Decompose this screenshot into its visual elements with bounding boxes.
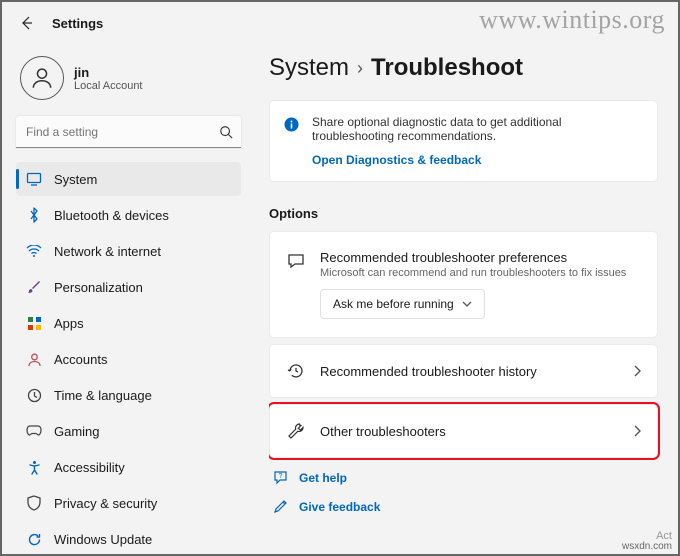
sidebar-item-label: Windows Update <box>54 532 152 547</box>
sidebar-item-update[interactable]: Windows Update <box>16 522 241 556</box>
sidebar-item-accounts[interactable]: Accounts <box>16 342 241 376</box>
sidebar-item-bluetooth[interactable]: Bluetooth & devices <box>16 198 241 232</box>
accounts-icon <box>26 351 42 367</box>
sidebar-item-network[interactable]: Network & internet <box>16 234 241 268</box>
wifi-icon <box>26 243 42 259</box>
sidebar: jin Local Account System Bluetooth & dev… <box>16 48 241 554</box>
attribution-text: wsxdn.com <box>622 541 672 552</box>
search-icon <box>219 125 233 139</box>
nav-list: System Bluetooth & devices Network & int… <box>16 162 241 556</box>
sidebar-item-accessibility[interactable]: Accessibility <box>16 450 241 484</box>
update-icon <box>26 531 42 547</box>
sidebar-item-label: Time & language <box>54 388 152 403</box>
shield-icon <box>26 495 42 511</box>
sidebar-item-label: Bluetooth & devices <box>54 208 169 223</box>
gaming-icon <box>26 423 42 439</box>
sidebar-item-label: Personalization <box>54 280 143 295</box>
sidebar-item-label: Accounts <box>54 352 107 367</box>
apps-icon <box>26 315 42 331</box>
sidebar-item-label: System <box>54 172 97 187</box>
sidebar-item-label: Network & internet <box>54 244 161 259</box>
search-box[interactable] <box>16 116 241 148</box>
paintbrush-icon <box>26 279 42 295</box>
sidebar-item-system[interactable]: System <box>16 162 241 196</box>
sidebar-item-label: Accessibility <box>54 460 125 475</box>
bluetooth-icon <box>26 207 42 223</box>
sidebar-item-label: Privacy & security <box>54 496 157 511</box>
sidebar-item-personalization[interactable]: Personalization <box>16 270 241 304</box>
sidebar-item-label: Gaming <box>54 424 100 439</box>
search-input[interactable] <box>16 116 241 148</box>
sidebar-item-privacy[interactable]: Privacy & security <box>16 486 241 520</box>
sidebar-item-apps[interactable]: Apps <box>16 306 241 340</box>
open-diagnostics-link[interactable]: Open Diagnostics & feedback <box>312 153 643 167</box>
sidebar-item-label: Apps <box>54 316 84 331</box>
sidebar-item-gaming[interactable]: Gaming <box>16 414 241 448</box>
diagnostic-banner: Share optional diagnostic data to get ad… <box>269 100 658 182</box>
banner-text: Share optional diagnostic data to get ad… <box>312 115 643 143</box>
system-icon <box>26 171 42 187</box>
sidebar-item-time[interactable]: Time & language <box>16 378 241 412</box>
watermark-text: www.wintips.org <box>479 5 665 35</box>
accessibility-icon <box>26 459 42 475</box>
info-icon <box>284 117 299 132</box>
clock-icon <box>26 387 42 403</box>
